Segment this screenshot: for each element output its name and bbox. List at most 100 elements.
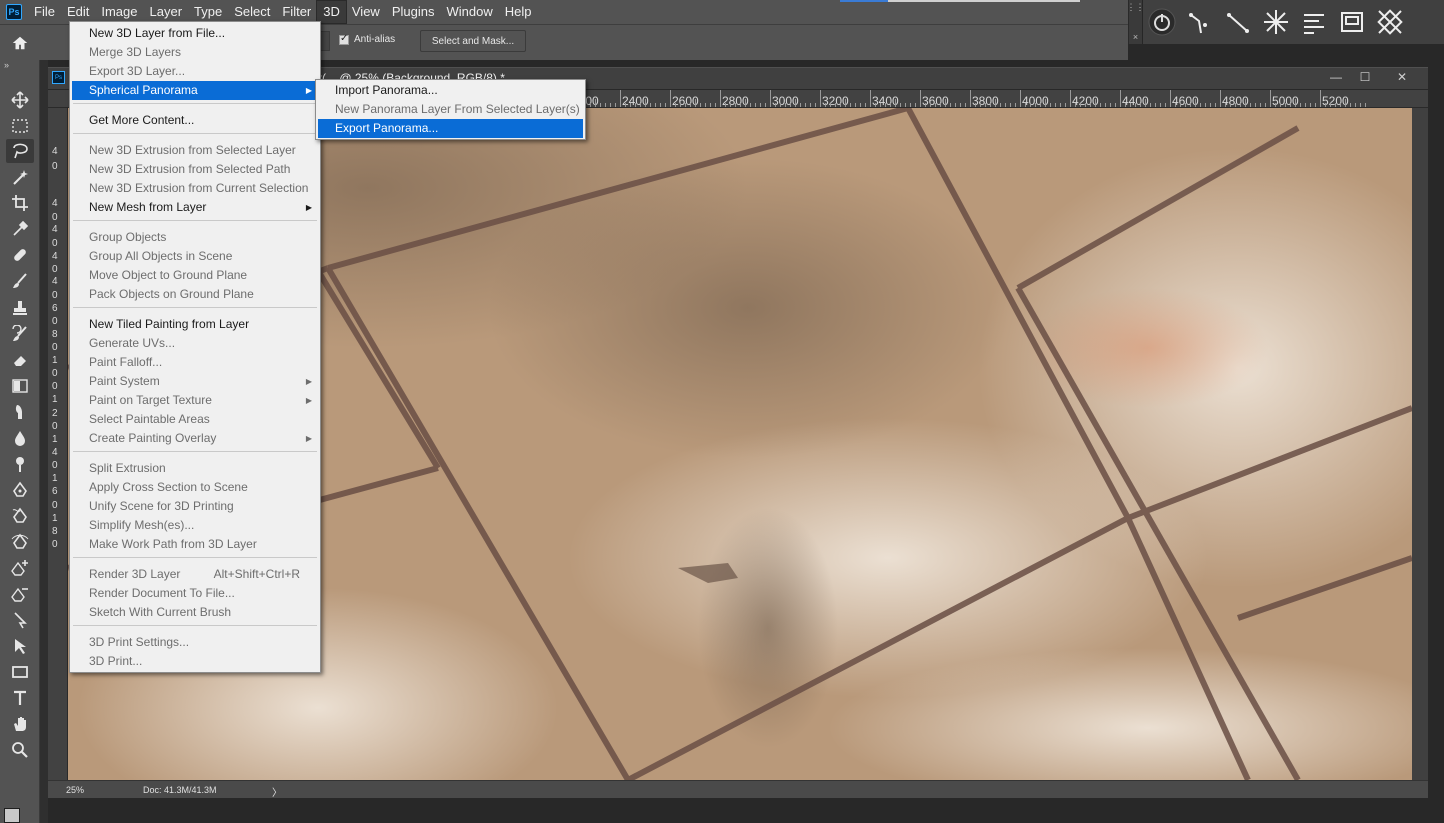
delete-anchor-icon[interactable] — [6, 582, 34, 606]
curvature-pen-icon[interactable] — [6, 530, 34, 554]
snowflake-icon[interactable] — [1257, 3, 1295, 41]
menu-item-render-document-to-file[interactable]: Render Document To File... — [72, 584, 318, 603]
eyedropper-icon[interactable] — [6, 217, 34, 241]
menu-item-get-more-content[interactable]: Get More Content... — [72, 111, 318, 130]
antialias-checkbox[interactable]: Anti-alias — [339, 33, 395, 45]
menu-item-new-mesh-from-layer[interactable]: New Mesh from Layer ▶ — [72, 198, 318, 217]
menu-layer[interactable]: Layer — [144, 1, 189, 23]
submenu-item-import-panorama[interactable]: Import Panorama... — [318, 81, 583, 100]
menu-filter[interactable]: Filter — [276, 1, 317, 23]
lasso-tool-icon[interactable] — [6, 139, 34, 163]
menu-item-select-paintable-areas[interactable]: Select Paintable Areas — [72, 410, 318, 429]
ruler-subtick — [1130, 103, 1131, 107]
home-icon[interactable] — [0, 25, 40, 61]
menu-item-split-extrusion[interactable]: Split Extrusion — [72, 459, 318, 478]
menu-item-new-3d-extrusion-from-selected-path[interactable]: New 3D Extrusion from Selected Path — [72, 160, 318, 179]
gradient-icon[interactable] — [6, 374, 34, 398]
vertical-scrollbar[interactable] — [1412, 108, 1428, 780]
foreground-color-swatch[interactable] — [4, 808, 20, 823]
menu-item-new-3d-layer-from-file[interactable]: New 3D Layer from File... — [72, 24, 318, 43]
vertical-ruler-digit: 4 — [52, 251, 58, 262]
menu-select[interactable]: Select — [228, 1, 276, 23]
menu-3d[interactable]: 3D — [316, 0, 347, 24]
status-expand-icon[interactable]: 〉 — [272, 784, 282, 799]
zoom-level[interactable]: 25% — [66, 785, 84, 795]
crossed-square-icon[interactable] — [1371, 3, 1409, 41]
frame-icon[interactable] — [1333, 3, 1371, 41]
menu-item-generate-uvs[interactable]: Generate UVs... — [72, 334, 318, 353]
line-node-icon[interactable] — [1219, 3, 1257, 41]
menu-type[interactable]: Type — [188, 1, 228, 23]
menu-item-paint-falloff[interactable]: Paint Falloff... — [72, 353, 318, 372]
path-select-icon[interactable] — [6, 608, 34, 632]
menu-item-unify-scene-for-3d-printing[interactable]: Unify Scene for 3D Printing — [72, 497, 318, 516]
menu-help[interactable]: Help — [499, 1, 538, 23]
minimize-icon[interactable]: — — [1326, 69, 1346, 85]
collapse-icon[interactable]: » — [4, 60, 9, 70]
history-brush-icon[interactable] — [6, 322, 34, 346]
menu-item-3d-print-settings[interactable]: 3D Print Settings... — [72, 633, 318, 652]
menu-item-create-painting-overlay[interactable]: Create Painting Overlay ▶ — [72, 429, 318, 448]
ruler-subtick — [1180, 103, 1181, 107]
ruler-subtick — [825, 103, 826, 107]
select-and-mask-button[interactable]: Select and Mask... — [420, 30, 526, 52]
menu-item-export-3d-layer[interactable]: Export 3D Layer... — [72, 62, 318, 81]
menu-item-paint-system[interactable]: Paint System ▶ — [72, 372, 318, 391]
menu-window[interactable]: Window — [440, 1, 498, 23]
menu-item-make-work-path-from-3d-layer[interactable]: Make Work Path from 3D Layer — [72, 535, 318, 554]
submenu-item-export-panorama[interactable]: Export Panorama... — [318, 119, 583, 138]
direct-select-icon[interactable] — [6, 634, 34, 658]
burn-icon[interactable] — [6, 452, 34, 476]
menu-item-sketch-with-current-brush[interactable]: Sketch With Current Brush — [72, 603, 318, 622]
magic-wand-icon[interactable] — [6, 165, 34, 189]
pen-tool-icon[interactable] — [6, 478, 34, 502]
add-anchor-icon[interactable] — [6, 556, 34, 580]
vertical-ruler-digit: 1 — [52, 473, 58, 484]
type-tool-icon[interactable] — [6, 686, 34, 710]
ruler-subtick — [1055, 103, 1056, 107]
clone-stamp-icon[interactable] — [6, 296, 34, 320]
zoom-tool-icon[interactable] — [6, 738, 34, 762]
menu-item-3d-print[interactable]: 3D Print... — [72, 652, 318, 671]
smudge-icon[interactable] — [6, 400, 34, 424]
marquee-tool-icon[interactable] — [6, 114, 34, 138]
pen-node-icon[interactable] — [1181, 3, 1219, 41]
ruler-subtick — [600, 103, 601, 107]
brush-tool-icon[interactable] — [6, 269, 34, 293]
menu-item-merge-3d-layers[interactable]: Merge 3D Layers — [72, 43, 318, 62]
menu-item-group-all-objects-in-scene[interactable]: Group All Objects in Scene — [72, 247, 318, 266]
crop-tool-icon[interactable] — [6, 191, 34, 215]
menu-plugins[interactable]: Plugins — [386, 1, 441, 23]
vertical-ruler-digit: 0 — [52, 460, 58, 471]
move-tool-icon[interactable] — [6, 88, 34, 112]
menu-image[interactable]: Image — [95, 1, 143, 23]
align-lines-icon[interactable] — [1295, 3, 1333, 41]
checkbox-icon[interactable] — [339, 33, 349, 45]
menu-item-simplify-mesh-es[interactable]: Simplify Mesh(es)... — [72, 516, 318, 535]
menu-item-move-object-to-ground-plane[interactable]: Move Object to Ground Plane — [72, 266, 318, 285]
menu-item-paint-on-target-texture[interactable]: Paint on Target Texture ▶ — [72, 391, 318, 410]
menu-edit[interactable]: Edit — [61, 1, 95, 23]
dodge-icon[interactable] — [6, 426, 34, 450]
rectangle-tool-icon[interactable] — [6, 660, 34, 684]
submenu-item-new-panorama-layer-from-selected-layer-s[interactable]: New Panorama Layer From Selected Layer(s… — [318, 100, 583, 119]
panel-grip[interactable]: ⋮⋮ × — [1127, 0, 1145, 44]
menu-item-new-3d-extrusion-from-current-selection[interactable]: New 3D Extrusion from Current Selection — [72, 179, 318, 198]
menu-item-group-objects[interactable]: Group Objects — [72, 228, 318, 247]
hand-tool-icon[interactable] — [6, 712, 34, 736]
menu-item-new-3d-extrusion-from-selected-layer[interactable]: New 3D Extrusion from Selected Layer — [72, 141, 318, 160]
menu-view[interactable]: View — [346, 1, 386, 23]
freeform-pen-icon[interactable] — [6, 504, 34, 528]
power-icon[interactable] — [1143, 3, 1181, 41]
menu-file[interactable]: File — [28, 1, 61, 23]
menu-item-spherical-panorama[interactable]: Spherical Panorama ▶ — [72, 81, 318, 100]
healing-brush-icon[interactable] — [6, 243, 34, 267]
eraser-icon[interactable] — [6, 348, 34, 372]
menu-item-render-3d-layer[interactable]: Render 3D Layer Alt+Shift+Ctrl+R — [72, 565, 318, 584]
ruler-subtick — [1210, 103, 1211, 107]
close-icon[interactable]: ✕ — [1392, 69, 1412, 85]
maximize-icon[interactable]: ☐ — [1355, 69, 1375, 85]
menu-item-apply-cross-section-to-scene[interactable]: Apply Cross Section to Scene — [72, 478, 318, 497]
menu-item-pack-objects-on-ground-plane[interactable]: Pack Objects on Ground Plane — [72, 285, 318, 304]
menu-item-new-tiled-painting-from-layer[interactable]: New Tiled Painting from Layer — [72, 315, 318, 334]
